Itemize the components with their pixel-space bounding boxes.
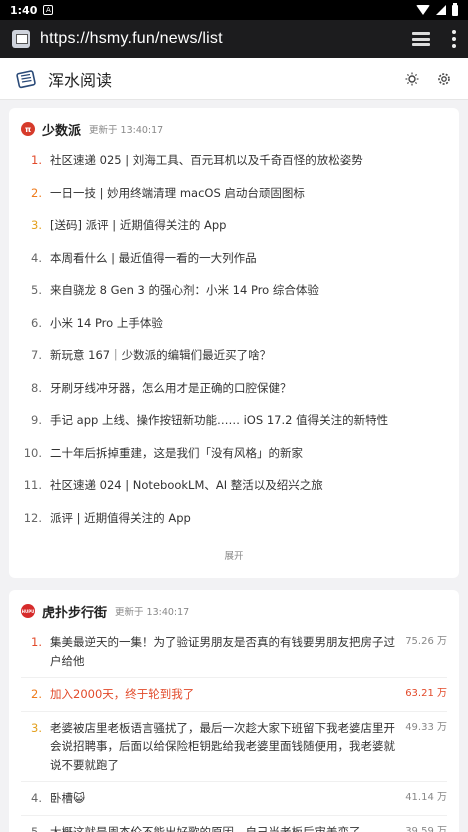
news-title-link[interactable]: 集美最逆天的一集！为了验证男朋友是否真的有钱要男朋友把房子过户给他 <box>50 633 397 670</box>
feed: π 少数派 更新于 13:40:17 1. 社区速递 025 | 刘海工具、百元耳机以及… <box>0 100 468 832</box>
rank-number: 4. <box>31 250 42 265</box>
news-title-link[interactable]: 加入2000天，终于轮到我了 <box>50 685 397 704</box>
news-item[interactable]: 4. 卧槽😺 41.14 万 <box>21 782 447 816</box>
tab-switcher-icon[interactable] <box>412 32 430 46</box>
newspaper-logo-icon <box>16 69 36 88</box>
rank-number: 8. <box>31 380 42 395</box>
news-item[interactable]: 8. 牙刷牙线冲牙器，怎么用才是正确的口腔保健？ <box>21 372 447 405</box>
app-header: 浑水阅读 <box>0 58 468 100</box>
signal-icon <box>436 5 446 15</box>
source-logo-icon: π <box>21 122 35 136</box>
source-name[interactable]: 虎扑步行街 <box>42 602 107 621</box>
rank-number: 5. <box>31 283 42 297</box>
heat-count: 41.14 万 <box>405 792 447 803</box>
browser-toolbar: https://hsmy.fun/news/list <box>0 20 468 58</box>
wifi-icon <box>416 5 430 15</box>
rank-number: 4. <box>31 791 42 805</box>
rank-number: 10. <box>23 445 42 460</box>
browser-menu-icon[interactable] <box>452 30 456 48</box>
heat-count: 75.26 万 <box>405 636 447 647</box>
rank-number: 9. <box>31 413 42 427</box>
news-item[interactable]: 3. 老婆被店里老板语言骚扰了，最后一次趁大家下班留下我老婆店里开会说招聘事，后面… <box>21 712 447 782</box>
status-time: 1:40 <box>10 3 38 17</box>
news-title-link[interactable]: 手记 app 上线、操作按钮新功能…… iOS 17.2 值得关注的新特性 <box>50 411 447 430</box>
rank-number: 6. <box>31 315 42 330</box>
battery-icon <box>452 2 458 16</box>
source-header: HUPU 虎扑步行街 更新于 13:40:17 <box>21 602 447 621</box>
news-item[interactable]: 1. 集美最逆天的一集！为了验证男朋友是否真的有钱要男朋友把房子过户给他 75.26… <box>21 626 447 678</box>
rank-number: 2. <box>31 185 42 200</box>
news-item[interactable]: 2. 加入2000天，终于轮到我了 63.21 万 <box>21 678 447 712</box>
source-card: HUPU 虎扑步行街 更新于 13:40:17 1. 集美最逆天的一集！为了验证男朋友是… <box>9 590 459 832</box>
news-title-link[interactable]: 来自骁龙 8 Gen 3 的强心剂：小米 14 Pro 综合体验 <box>50 281 447 300</box>
source-header: π 少数派 更新于 13:40:17 <box>21 120 447 139</box>
heat-count: 49.33 万 <box>405 721 447 733</box>
news-item[interactable]: 6. 小米 14 Pro 上手体验 <box>21 307 447 340</box>
news-title-link[interactable]: 牙刷牙线冲牙器，怎么用才是正确的口腔保健？ <box>50 379 447 398</box>
expand-button[interactable]: 展开 <box>21 534 447 572</box>
source-logo-icon: HUPU <box>21 604 35 618</box>
news-title-link[interactable]: 一日一技 | 妙用终端清理 macOS 启动台顽固图标 <box>50 184 447 203</box>
rank-number: 1. <box>31 153 42 167</box>
heat-count: 63.21 万 <box>405 688 447 699</box>
source-name[interactable]: 少数派 <box>42 120 81 139</box>
rank-number: 3. <box>31 218 42 232</box>
updated-time: 更新于 13:40:17 <box>115 607 190 618</box>
rank-number: 12. <box>23 510 42 525</box>
news-title-link[interactable]: 大概这就是周杰伦不能出好歌的原因，自己当老板后审美变了 <box>50 823 397 832</box>
status-bar: 1:40 A <box>0 0 468 20</box>
news-item[interactable]: 10. 二十年后拆掉重建，这是我们「没有风格」的新家 <box>21 437 447 470</box>
news-title-link[interactable]: 卧槽😺 <box>50 789 397 808</box>
news-title-link[interactable]: [送码] 派评 | 近期值得关注的 App <box>50 216 447 235</box>
news-title-link[interactable]: 二十年后拆掉重建，这是我们「没有风格」的新家 <box>50 444 447 463</box>
rank-number: 1. <box>31 635 42 649</box>
news-item[interactable]: 5. 大概这就是周杰伦不能出好歌的原因，自己当老板后审美变了 39.59 万 <box>21 816 447 832</box>
news-title-link[interactable]: 社区速递 024 | NotebookLM、AI 整活以及绍兴之旅 <box>50 476 447 495</box>
news-item[interactable]: 7. 新玩意 167｜少数派的编辑们最近买了啥？ <box>21 339 447 372</box>
updated-time: 更新于 13:40:17 <box>89 125 164 136</box>
news-title-link[interactable]: 派评 | 近期值得关注的 App <box>50 509 447 528</box>
site-favicon-icon <box>12 30 30 48</box>
news-item[interactable]: 5. 来自骁龙 8 Gen 3 的强心剂：小米 14 Pro 综合体验 <box>21 274 447 307</box>
settings-gear-icon[interactable] <box>436 71 452 87</box>
news-item[interactable]: 11. 社区速递 024 | NotebookLM、AI 整活以及绍兴之旅 <box>21 469 447 502</box>
news-title-link[interactable]: 小米 14 Pro 上手体验 <box>50 314 447 333</box>
notification-a-icon: A <box>43 5 54 15</box>
news-item[interactable]: 1. 社区速递 025 | 刘海工具、百元耳机以及千奇百怪的放松姿势 <box>21 144 447 177</box>
rank-number: 3. <box>31 720 42 735</box>
news-title-link[interactable]: 老婆被店里老板语言骚扰了，最后一次趁大家下班留下我老婆店里开会说招聘事，后面以给… <box>50 719 397 775</box>
news-item[interactable]: 2. 一日一技 | 妙用终端清理 macOS 启动台顽固图标 <box>21 177 447 210</box>
brightness-toggle-icon[interactable] <box>404 71 420 87</box>
source-card: π 少数派 更新于 13:40:17 1. 社区速递 025 | 刘海工具、百元耳机以及… <box>9 108 459 578</box>
news-item[interactable]: 12. 派评 | 近期值得关注的 App <box>21 502 447 535</box>
heat-count: 39.59 万 <box>405 825 447 832</box>
address-bar[interactable]: https://hsmy.fun/news/list <box>40 30 223 48</box>
news-item[interactable]: 9. 手记 app 上线、操作按钮新功能…… iOS 17.2 值得关注的新特性 <box>21 404 447 437</box>
news-title-link[interactable]: 社区速递 025 | 刘海工具、百元耳机以及千奇百怪的放松姿势 <box>50 151 447 170</box>
app-title: 浑水阅读 <box>48 70 113 90</box>
news-title-link[interactable]: 本周看什么 | 最近值得一看的一大列作品 <box>50 249 447 268</box>
rank-number: 7. <box>31 348 42 362</box>
rank-number: 5. <box>31 824 42 832</box>
news-title-link[interactable]: 新玩意 167｜少数派的编辑们最近买了啥？ <box>50 346 447 365</box>
news-item[interactable]: 4. 本周看什么 | 最近值得一看的一大列作品 <box>21 242 447 275</box>
rank-number: 2. <box>31 687 42 701</box>
news-item[interactable]: 3. [送码] 派评 | 近期值得关注的 App <box>21 209 447 242</box>
rank-number: 11. <box>23 478 42 492</box>
